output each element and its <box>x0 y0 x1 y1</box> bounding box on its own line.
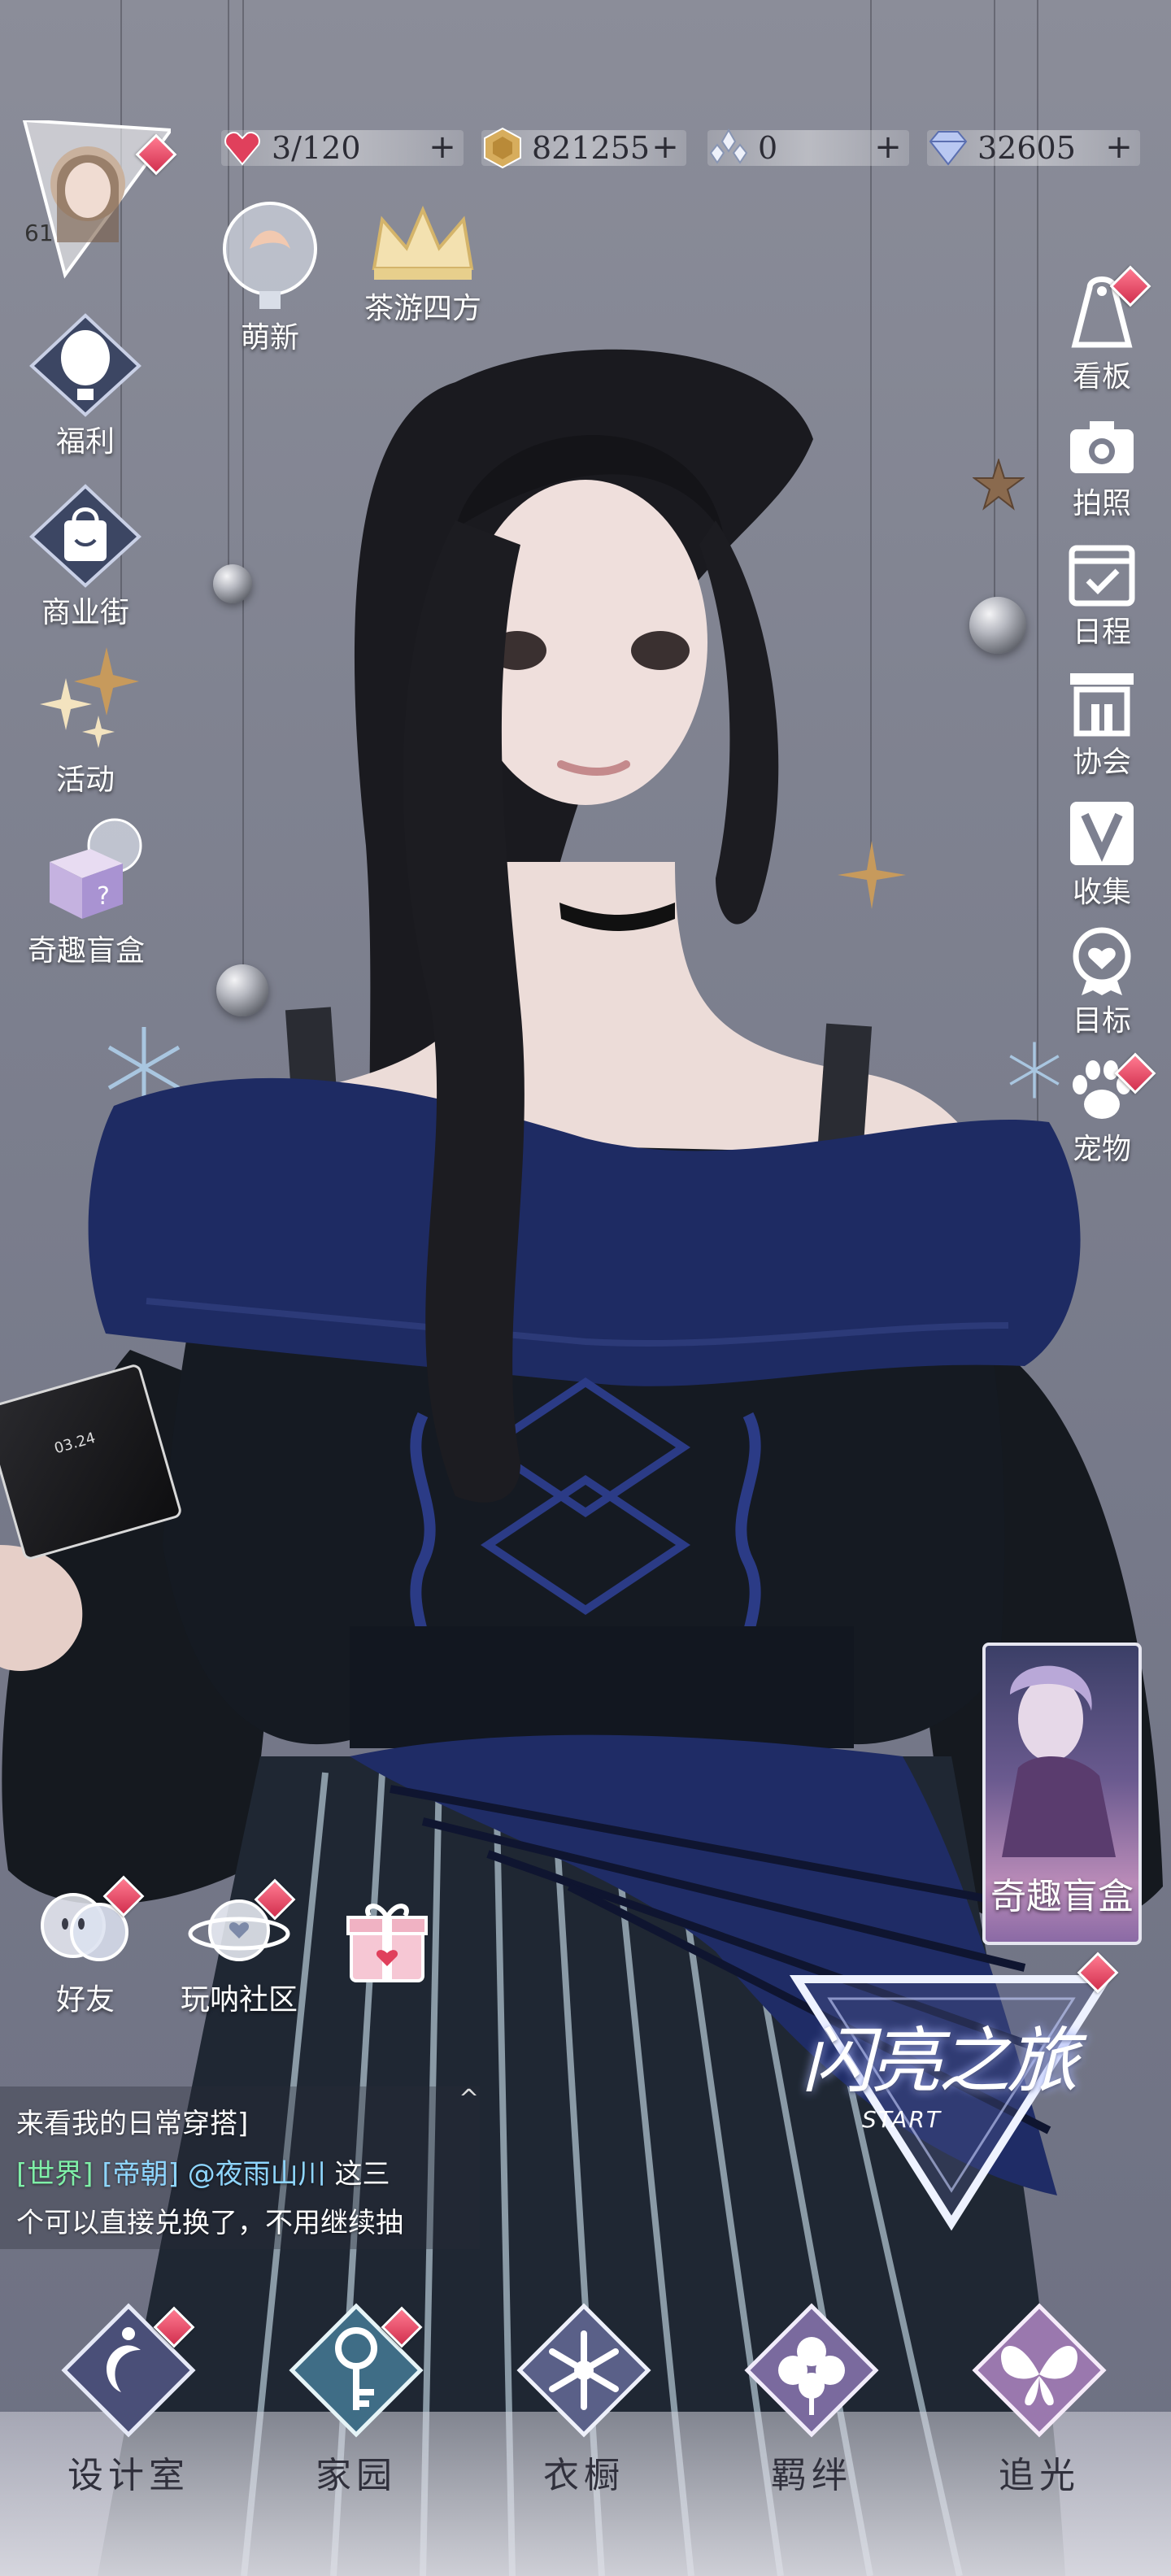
event-newbie-label: 萌新 <box>240 321 299 355</box>
menu-activity-label: 活动 <box>55 764 115 797</box>
chat-guild-tag: [帝朝] <box>102 2158 179 2191</box>
menu-photo[interactable]: 拍照 <box>1049 415 1155 522</box>
nav-design-studio[interactable] <box>47 2301 210 2439</box>
menu-showcase-label: 看板 <box>1072 360 1131 394</box>
add-gold-button[interactable]: + <box>649 131 681 164</box>
nav-home-label[interactable]: 家园 <box>275 2446 437 2498</box>
stars-icon <box>40 647 139 748</box>
camera-icon <box>1070 421 1134 473</box>
chat-panel[interactable]: ^ 来看我的日常穿搭] [世界] [帝朝] @夜雨山川 这三 个可以直接兑换了，… <box>0 2085 480 2249</box>
menu-shopping-street[interactable]: 商业街 <box>16 483 155 631</box>
menu-blind-box-label: 奇趣盲盒 <box>27 934 145 968</box>
game-home-screen: 03.24 61 3/120 + 821255 + 0 + 32605 + 萌新… <box>0 0 1171 2576</box>
nav-chase-light-label[interactable]: 追光 <box>958 2446 1121 2498</box>
clover-icon <box>744 2303 879 2438</box>
menu-goals[interactable]: 目标 <box>1049 924 1155 1039</box>
event-tea-tour-label: 茶游四方 <box>363 292 481 325</box>
nav-wardrobe[interactable] <box>503 2301 665 2439</box>
chat-expand-icon[interactable]: ^ <box>459 2085 479 2113</box>
nav-chase-light[interactable] <box>958 2301 1121 2439</box>
nav-wardrobe-label[interactable]: 衣橱 <box>503 2446 665 2498</box>
chat-message-text: 个可以直接兑换了，不用继续抽 <box>16 2207 403 2239</box>
menu-showcase[interactable]: 看板 <box>1049 265 1155 395</box>
promo-card-label: 奇趣盲盒 <box>990 1876 1134 1917</box>
menu-welfare-label: 福利 <box>55 425 115 459</box>
add-diamond-button[interactable]: + <box>1103 131 1135 164</box>
start-journey-title: 闪亮之旅 <box>802 2019 1078 2103</box>
crown-icon <box>372 205 474 280</box>
diamond-icon <box>929 131 968 166</box>
add-stamina-button[interactable]: + <box>426 131 459 164</box>
start-journey-subtitle: START <box>862 2106 942 2133</box>
menu-pets-label: 宠物 <box>1072 1133 1131 1166</box>
chat-line: 个可以直接兑换了，不用继续抽 <box>16 2200 403 2240</box>
chat-message-text: 来看我的日常穿搭] <box>16 2108 249 2140</box>
chat-line: [世界] [帝朝] @夜雨山川 这三 <box>16 2152 390 2191</box>
promo-blind-box-card[interactable]: 奇趣盲盒 <box>982 1643 1142 1945</box>
nav-design-studio-label[interactable]: 设计室 <box>47 2446 210 2498</box>
resource-diamond: 32605 + <box>927 127 1140 169</box>
crystal-ball-icon <box>223 202 317 309</box>
menu-pets[interactable]: 宠物 <box>1049 1052 1156 1168</box>
menu-activity[interactable]: 活动 <box>24 642 146 798</box>
resource-crystal: 0 + <box>707 127 909 169</box>
friends-label: 好友 <box>55 1983 115 2017</box>
guild-building-icon <box>1070 673 1134 737</box>
menu-schedule-label: 日程 <box>1072 616 1131 649</box>
add-crystal-button[interactable]: + <box>872 131 904 164</box>
snowflake-gem-icon <box>516 2303 651 2438</box>
menu-goals-label: 目标 <box>1072 1004 1131 1038</box>
shopping-bag-icon <box>29 484 141 588</box>
stamina-value: 3/120 <box>272 130 361 166</box>
menu-collection[interactable]: 收集 <box>1049 798 1155 911</box>
menu-welfare[interactable]: 福利 <box>24 312 146 460</box>
nav-bonds[interactable] <box>730 2301 893 2439</box>
community-label: 玩呐社区 <box>180 1983 298 2017</box>
gold-value: 821255 <box>532 130 651 166</box>
community-button[interactable]: 玩呐社区 <box>166 1878 312 2018</box>
butterfly-icon <box>972 2303 1107 2438</box>
menu-association[interactable]: 协会 <box>1049 668 1155 781</box>
promo-character-art <box>1002 1665 1116 1857</box>
nav-bonds-label[interactable]: 羁绊 <box>730 2446 893 2498</box>
heart-medal-icon <box>1073 927 1131 995</box>
player-avatar[interactable]: 61 <box>16 118 177 283</box>
held-card-text: 03.24 <box>52 1429 98 1458</box>
start-journey-button[interactable]: 闪亮之旅 START <box>781 1952 1122 2231</box>
menu-schedule[interactable]: 日程 <box>1049 538 1155 651</box>
nav-home[interactable] <box>275 2301 437 2439</box>
menu-photo-label: 拍照 <box>1072 487 1131 520</box>
resource-stamina: 3/120 + <box>221 127 464 169</box>
gold-coin-icon <box>484 127 521 169</box>
menu-association-label: 协会 <box>1072 746 1131 779</box>
heart-gem-icon <box>224 132 260 166</box>
gift-icon[interactable] <box>345 1895 429 1984</box>
resource-gold: 821255 + <box>481 127 686 169</box>
event-tea-tour[interactable]: 茶游四方 <box>350 203 496 327</box>
player-level: 61 <box>24 220 54 246</box>
chat-channel-tag: [世界] <box>16 2158 94 2191</box>
gift-box-icon: ? <box>50 818 142 919</box>
chat-mention[interactable]: @夜雨山川 <box>188 2158 326 2191</box>
menu-shopping-street-label: 商业街 <box>41 596 129 629</box>
calendar-check-icon <box>1069 545 1135 607</box>
crystal-cluster-icon <box>709 128 748 164</box>
collection-v-icon <box>1070 802 1134 865</box>
chat-line: 来看我的日常穿搭] <box>16 2101 248 2141</box>
event-newbie[interactable]: 萌新 <box>213 200 327 356</box>
menu-blind-box[interactable]: ? 奇趣盲盒 <box>13 813 159 969</box>
friends-button[interactable]: 好友 <box>24 1875 146 2018</box>
svg-text:?: ? <box>97 882 110 911</box>
diamond-value: 32605 <box>977 130 1076 166</box>
hot-air-balloon-icon <box>29 313 141 417</box>
menu-collection-label: 收集 <box>1072 876 1131 909</box>
crystal-value: 0 <box>758 130 778 166</box>
chat-message-text: 这三 <box>325 2158 390 2191</box>
